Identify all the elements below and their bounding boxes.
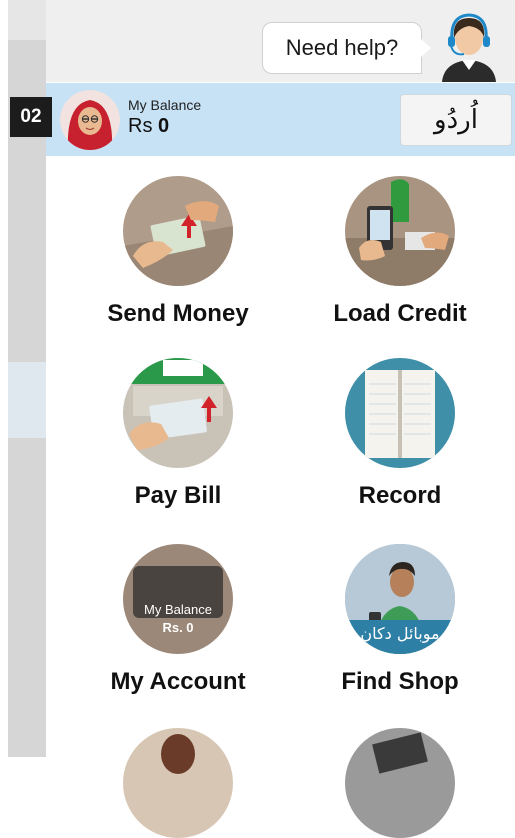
balance-amount: 0 bbox=[158, 115, 170, 137]
find-shop-label: Find Shop bbox=[341, 668, 459, 695]
wallet-balance-caption: My Balance bbox=[144, 602, 212, 617]
send-money-icon bbox=[123, 176, 233, 286]
need-help-button[interactable]: Need help? bbox=[262, 22, 431, 74]
pay-bill-tile[interactable]: Pay Bill bbox=[83, 358, 273, 518]
wallet-icon: My Balance Rs. 0 bbox=[123, 544, 233, 654]
need-help-label: Need help? bbox=[285, 35, 399, 60]
profile-avatar[interactable] bbox=[60, 90, 120, 150]
support-agent-icon[interactable] bbox=[436, 10, 502, 82]
record-tile[interactable]: Record bbox=[305, 358, 495, 518]
send-money-label: Send Money bbox=[107, 300, 249, 327]
balance-currency: Rs bbox=[128, 115, 153, 137]
load-credit-icon bbox=[345, 176, 455, 286]
shopkeeper-icon: موبائل دکان bbox=[345, 544, 455, 654]
balance-label: My Balance bbox=[128, 97, 202, 113]
pay-bill-icon bbox=[123, 358, 233, 468]
send-money-tile[interactable]: Send Money bbox=[83, 176, 273, 336]
load-credit-label: Load Credit bbox=[333, 300, 467, 327]
next-row-item-right[interactable] bbox=[345, 728, 455, 838]
next-item-figure bbox=[161, 734, 195, 774]
my-account-tile[interactable]: My Balance Rs. 0 My Account bbox=[83, 544, 273, 704]
step-badge: 02 bbox=[10, 97, 52, 137]
next-item-device bbox=[372, 732, 428, 774]
balance-value: Rs 0 bbox=[128, 115, 169, 138]
my-account-label: My Account bbox=[110, 668, 246, 695]
record-icon bbox=[345, 358, 455, 468]
wallet-balance-value: Rs. 0 bbox=[162, 620, 194, 635]
find-shop-tile[interactable]: موبائل دکان Find Shop bbox=[305, 544, 495, 704]
left-panel-edge bbox=[0, 0, 8, 757]
next-row-item-left[interactable] bbox=[123, 728, 233, 838]
pay-bill-label: Pay Bill bbox=[134, 482, 222, 509]
urdu-language-button[interactable]: اُردُو bbox=[400, 94, 512, 146]
load-credit-tile[interactable]: Load Credit bbox=[305, 176, 495, 336]
shop-sign-text: موبائل دکان bbox=[360, 624, 440, 643]
record-label: Record bbox=[358, 482, 442, 509]
